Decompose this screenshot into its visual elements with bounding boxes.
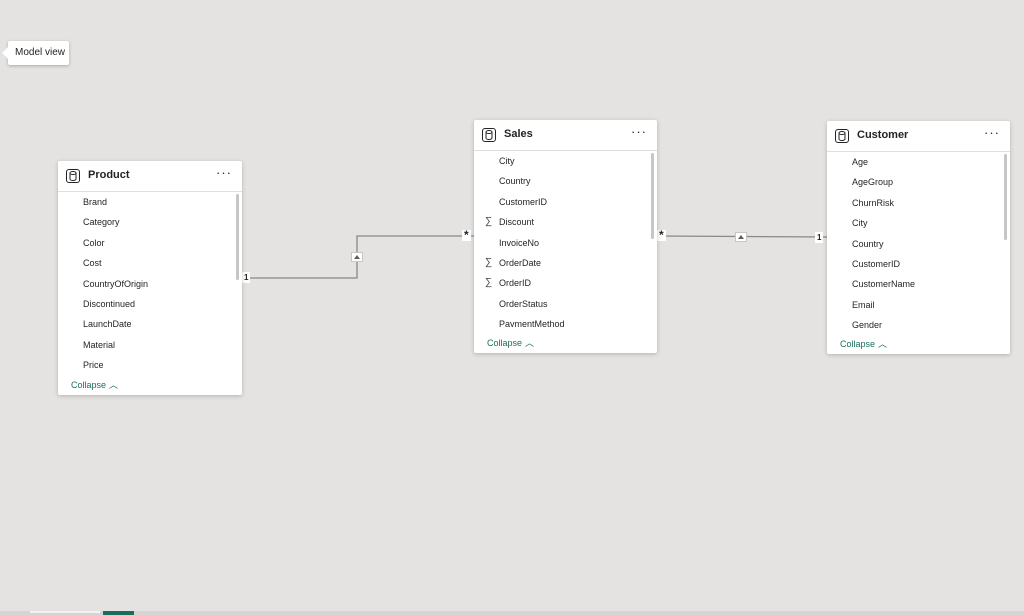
- field-name: PaymentMethod: [499, 319, 565, 327]
- field-name: Category: [83, 217, 120, 228]
- field-list[interactable]: Age AgeGroup ChurnRisk City Country CustomerI…: [827, 152, 1010, 328]
- collapse-button[interactable]: Collapse ︿: [487, 336, 534, 349]
- field-item[interactable]: Price: [58, 355, 242, 368]
- table-card-customer[interactable]: Customer ··· Age AgeGroup ChurnRisk City Cou…: [827, 121, 1010, 354]
- field-name: Cost: [83, 258, 102, 269]
- field-item[interactable]: CustomerID: [474, 192, 657, 212]
- field-item[interactable]: AgeGroup: [827, 172, 1010, 192]
- model-view-tooltip: Model view: [2, 41, 69, 65]
- field-name: Material: [83, 339, 116, 350]
- field-name: Price: [83, 360, 104, 368]
- field-name: ChurnRisk: [852, 197, 895, 208]
- table-title: Sales: [504, 128, 533, 140]
- field-item[interactable]: Category: [58, 212, 242, 232]
- field-name: OrderID: [499, 278, 532, 289]
- filter-direction-arrow-icon[interactable]: [735, 232, 747, 242]
- sigma-icon: ∑: [485, 216, 493, 228]
- tooltip-label: Model view: [15, 47, 66, 58]
- field-item[interactable]: ∑ OrderDate: [474, 253, 657, 273]
- field-name: LaunchDate: [83, 319, 132, 330]
- table-header[interactable]: Product ···: [58, 161, 242, 192]
- table-card-product[interactable]: Product ··· Brand Category Color Cost Countr…: [58, 161, 242, 395]
- field-item[interactable]: Age: [827, 152, 1010, 172]
- field-item[interactable]: ∑ Discount: [474, 212, 657, 232]
- cardinality-label: *: [462, 228, 471, 242]
- field-item[interactable]: Gender: [827, 315, 1010, 328]
- field-name: CustomerName: [852, 279, 916, 290]
- collapse-label: Collapse: [487, 338, 523, 348]
- active-page-tab[interactable]: [103, 611, 134, 615]
- collapse-button[interactable]: Collapse ︿: [840, 337, 887, 350]
- table-header[interactable]: Customer ···: [827, 121, 1010, 152]
- field-list[interactable]: City Country CustomerID ∑ Discount InvoiceNo ∑…: [474, 151, 657, 327]
- cardinality-label: 1: [815, 232, 824, 243]
- field-item[interactable]: ChurnRisk: [827, 193, 1010, 213]
- field-item[interactable]: InvoiceNo: [474, 233, 657, 253]
- field-item[interactable]: CountryOfOrigin: [58, 274, 242, 294]
- field-item[interactable]: Material: [58, 335, 242, 355]
- field-item[interactable]: LaunchDate: [58, 314, 242, 334]
- field-name: CountryOfOrigin: [83, 278, 149, 289]
- field-item[interactable]: Discontinued: [58, 294, 242, 314]
- field-item[interactable]: Color: [58, 233, 242, 253]
- field-name: Gender: [852, 320, 883, 328]
- cardinality-label: 1: [242, 272, 251, 283]
- field-name: City: [852, 218, 868, 229]
- field-item[interactable]: Cost: [58, 253, 242, 273]
- collapse-label: Collapse: [840, 339, 876, 349]
- field-name: City: [499, 156, 515, 166]
- field-item[interactable]: Brand: [58, 192, 242, 212]
- page-tab[interactable]: [30, 611, 100, 613]
- field-name: Color: [83, 237, 105, 248]
- field-item[interactable]: City: [827, 213, 1010, 233]
- field-name: AgeGroup: [852, 177, 894, 188]
- field-item[interactable]: Email: [827, 295, 1010, 315]
- field-name: OrderStatus: [499, 298, 548, 309]
- collapse-label: Collapse: [71, 380, 107, 390]
- field-name: Discontinued: [83, 298, 136, 309]
- bottom-status-bar: [0, 611, 1024, 615]
- field-name: Country: [852, 238, 884, 249]
- table-header[interactable]: Sales ···: [474, 120, 657, 151]
- table-title: Product: [88, 169, 130, 181]
- field-item[interactable]: Country: [827, 234, 1010, 254]
- field-item[interactable]: PaymentMethod: [474, 314, 657, 327]
- field-item[interactable]: ∑ OrderID: [474, 273, 657, 293]
- table-icon: [835, 129, 849, 143]
- more-options-icon[interactable]: ···: [631, 124, 647, 139]
- field-name: Brand: [83, 197, 108, 207]
- collapse-button[interactable]: Collapse ︿: [71, 378, 118, 391]
- field-item[interactable]: CustomerID: [827, 254, 1010, 274]
- field-item[interactable]: Country: [474, 171, 657, 191]
- chevron-up-icon: ︿: [109, 380, 119, 390]
- field-name: Age: [852, 157, 869, 167]
- field-name: InvoiceNo: [499, 237, 540, 248]
- filter-direction-arrow-icon[interactable]: [351, 252, 363, 262]
- chevron-up-icon: ︿: [525, 338, 535, 348]
- field-item[interactable]: OrderStatus: [474, 294, 657, 314]
- field-name: CustomerID: [852, 258, 901, 269]
- table-title: Customer: [857, 129, 909, 141]
- field-name: Discount: [499, 217, 535, 228]
- table-card-sales[interactable]: Sales ··· City Country CustomerID ∑ Discount…: [474, 120, 657, 353]
- field-name: CustomerID: [499, 196, 548, 207]
- sigma-icon: ∑: [485, 256, 493, 268]
- field-list[interactable]: Brand Category Color Cost CountryOfOrigin Dis…: [58, 192, 242, 368]
- cardinality-label: *: [657, 228, 666, 242]
- field-item[interactable]: City: [474, 151, 657, 171]
- more-options-icon[interactable]: ···: [984, 125, 1000, 140]
- table-icon: [66, 169, 80, 183]
- table-icon: [482, 128, 496, 142]
- field-name: Country: [499, 176, 531, 187]
- field-name: Email: [852, 299, 875, 310]
- more-options-icon[interactable]: ···: [216, 165, 232, 180]
- sigma-icon: ∑: [485, 277, 493, 289]
- field-item[interactable]: CustomerName: [827, 274, 1010, 294]
- field-name: OrderDate: [499, 257, 542, 268]
- chevron-up-icon: ︿: [878, 339, 888, 349]
